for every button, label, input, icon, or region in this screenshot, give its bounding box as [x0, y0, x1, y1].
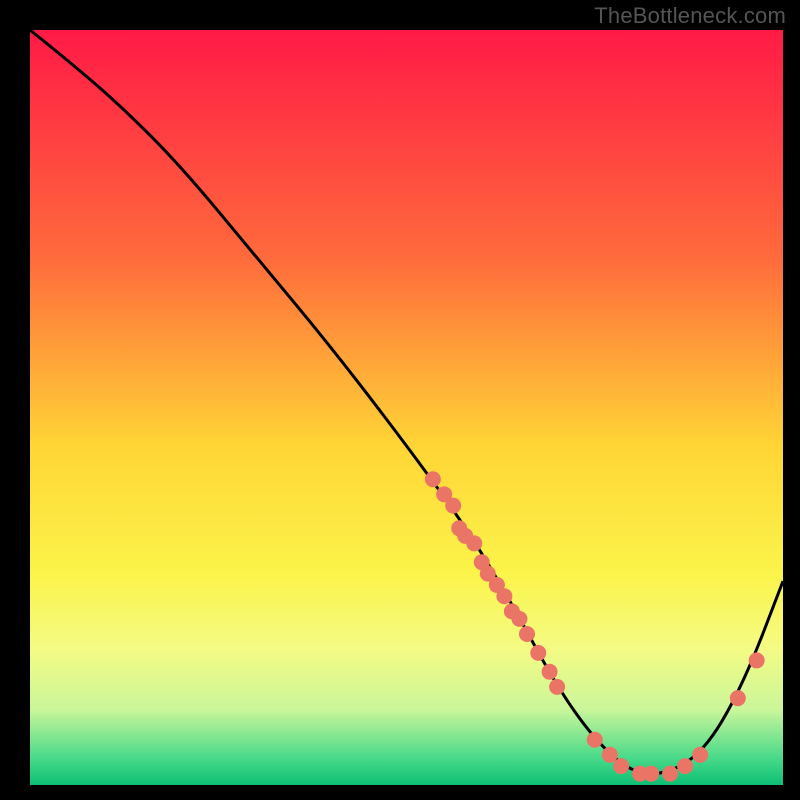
data-marker [692, 747, 708, 763]
data-marker [662, 766, 678, 782]
data-marker [445, 498, 461, 514]
data-marker [677, 758, 693, 774]
watermark: TheBottleneck.com [594, 3, 786, 29]
data-marker [643, 766, 659, 782]
data-marker [549, 679, 565, 695]
chart-container: TheBottleneck.com [0, 0, 800, 800]
data-marker [602, 747, 618, 763]
data-marker [425, 471, 441, 487]
data-marker [466, 535, 482, 551]
data-marker [542, 664, 558, 680]
chart-svg [0, 0, 800, 800]
data-marker [496, 588, 512, 604]
data-marker [519, 626, 535, 642]
data-marker [587, 732, 603, 748]
data-marker [530, 645, 546, 661]
data-marker [613, 758, 629, 774]
data-marker [749, 652, 765, 668]
data-marker [730, 690, 746, 706]
data-marker [511, 611, 527, 627]
chart-gradient-background [30, 30, 783, 785]
